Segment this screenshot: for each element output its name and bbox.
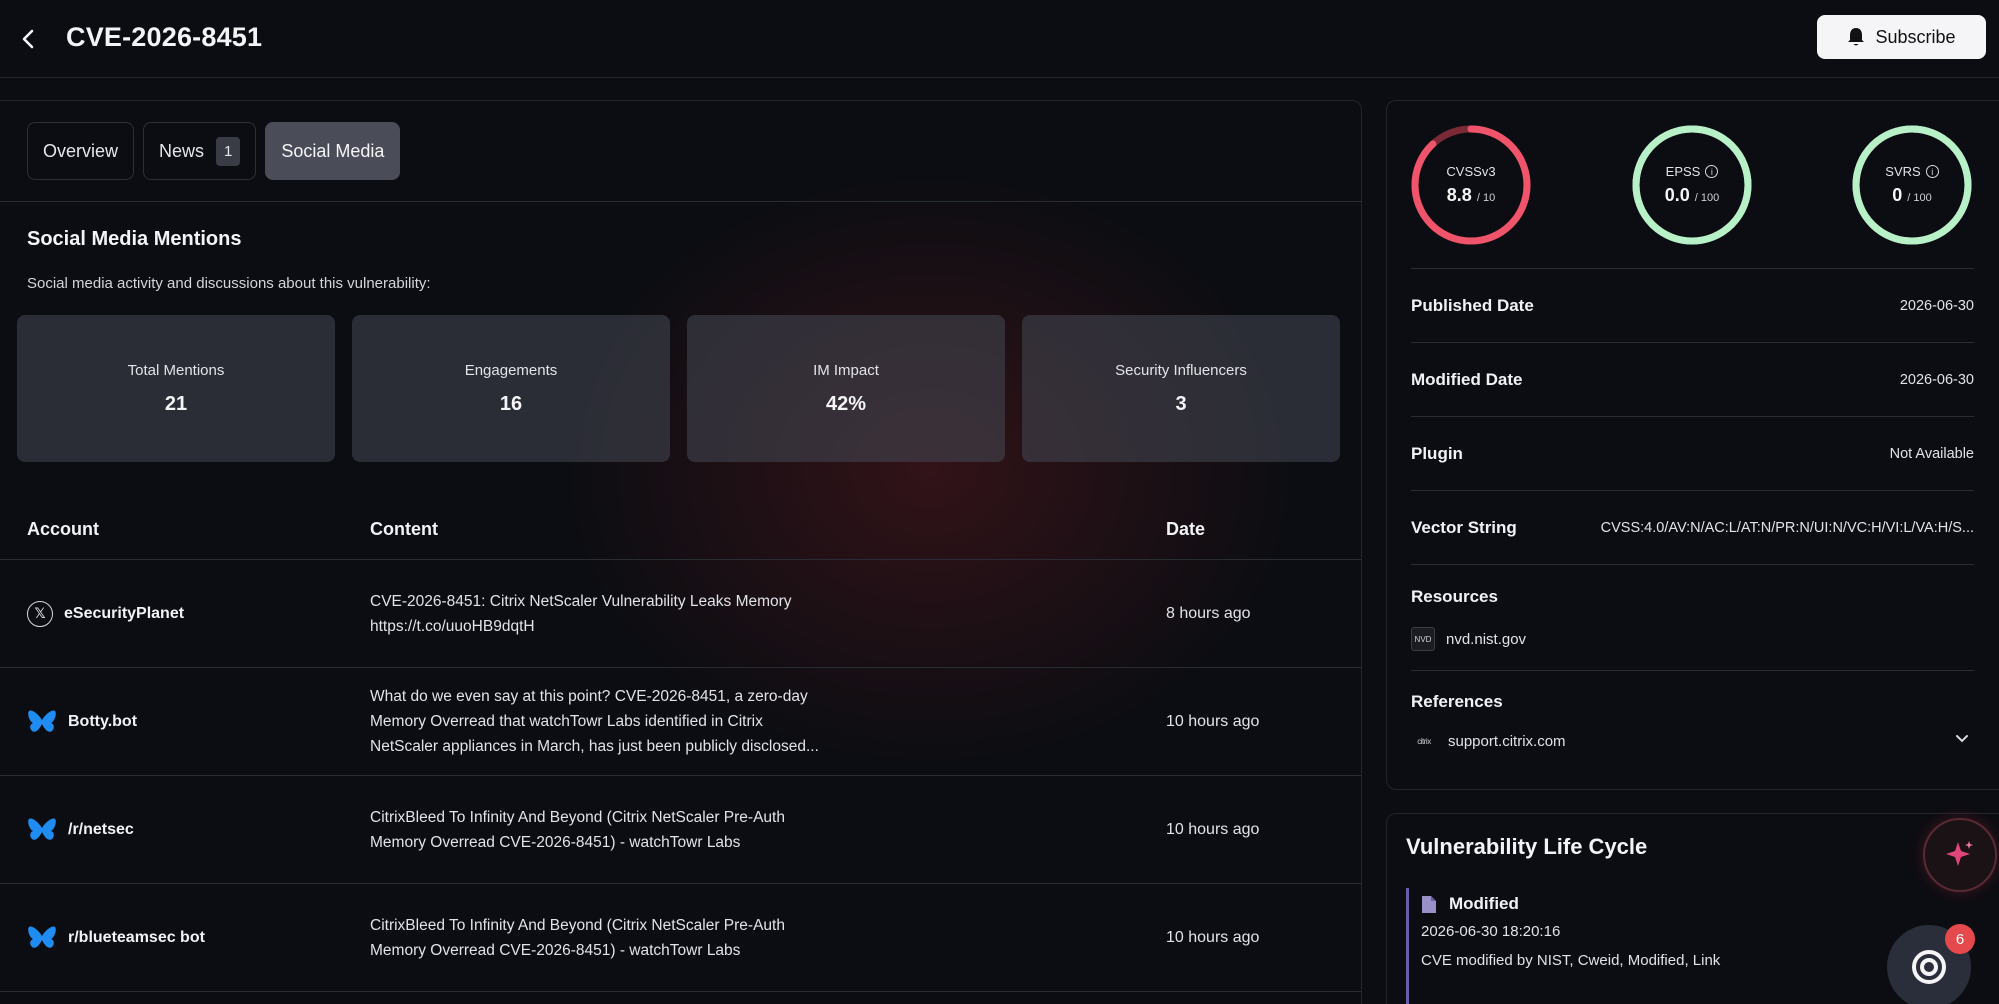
ai-assistant-button[interactable] [1923,818,1997,892]
section-subtitle: Social media activity and discussions ab… [27,275,431,292]
citrix-icon: citrix [1417,737,1431,746]
bluesky-icon [28,925,56,948]
svrs-score-gauge: SVRS i 0 / 100 [1850,123,1974,247]
cvss-score-gauge: CVSSv3 8.8 / 10 [1409,123,1533,247]
score-value: 0 [1892,185,1903,205]
info-icon[interactable]: i [1925,165,1939,178]
score-label: CVSSv3 [1446,164,1496,179]
page-header: CVE-2026-8451 Subscribe [0,0,1999,78]
stat-security-influencers: Security Influencers 3 [1022,315,1340,462]
mention-date: 8 hours ago [1166,604,1251,622]
cve-details-panel: CVSSv3 8.8 / 10 EPSS i 0.0 / 100 SVRS i 0 … [1386,100,1999,790]
detail-plugin: Plugin Not Available [1411,416,1974,490]
table-row[interactable]: /r/netsec CitrixBleed To Infinity And Be… [0,776,1362,884]
bell-icon [1848,28,1865,46]
mention-content: CVE-2026-8451: Citrix NetScaler Vulnerab… [370,592,792,635]
bluesky-icon [28,709,56,732]
score-max: / 10 [1476,192,1496,204]
references-title: References [1411,692,1503,711]
subscribe-label: Subscribe [1875,26,1956,47]
news-count-badge: 1 [216,136,241,166]
table-row[interactable]: 𝕏 eSecurityPlanet CVE-2026-8451: Citrix … [0,560,1362,668]
resources-title: Resources [1411,587,1498,606]
account-name: /r/netsec [68,820,134,838]
timeline-line [1406,888,1409,1004]
table-row[interactable]: Botty.bot What do we even say at this po… [0,668,1362,776]
back-button[interactable] [14,22,42,56]
tab-social-media[interactable]: Social Media [265,122,401,180]
table-row[interactable]: r/blueteamsec bot CitrixBleed To Infinit… [0,884,1362,992]
column-header-content: Content [370,518,438,539]
account-name: Botty.bot [68,712,138,730]
divider [1411,564,1974,565]
resource-link-nvd[interactable]: NVD nvd.nist.gov [1411,627,1526,651]
mention-content: What do we even say at this point? CVE-2… [370,688,819,755]
mention-date: 10 hours ago [1166,928,1260,946]
tab-overview[interactable]: Overview [27,122,135,180]
stats-row: Total Mentions 21 Engagements 16 IM Impa… [17,315,1340,462]
event-name: Modified [1449,894,1519,913]
chevron-left-icon [22,29,34,49]
reference-link-citrix[interactable]: citrix support.citrix.com [1411,733,1565,750]
mention-content: CitrixBleed To Infinity And Beyond (Citr… [370,916,785,959]
mentions-table: Account Content Date 𝕏 eSecurityPlanet C… [0,499,1362,992]
tabs-divider [0,201,1362,202]
subscribe-button[interactable]: Subscribe [1817,15,1986,59]
event-description: CVE modified by NIST, Cweid, Modified, L… [1421,952,1721,969]
lifecycle-title: Vulnerability Life Cycle [1406,834,1648,859]
document-icon [1422,895,1436,913]
stat-engagements: Engagements 16 [352,315,670,462]
social-media-panel: Overview News 1 Social Media Social Medi… [0,100,1362,1004]
account-name: eSecurityPlanet [64,604,185,622]
chevron-down-icon[interactable] [1955,734,1969,744]
mention-date: 10 hours ago [1166,820,1260,838]
epss-score-gauge: EPSS i 0.0 / 100 [1630,123,1754,247]
score-label: EPSS [1665,164,1701,179]
nvd-icon: NVD [1411,627,1435,651]
detail-modified-date: Modified Date 2026-06-30 [1411,342,1974,416]
tab-bar: Overview News 1 Social Media [27,122,401,180]
table-header: Account Content Date [0,499,1362,560]
score-value: 8.8 [1446,185,1472,205]
score-max: / 100 [1694,192,1720,204]
x-icon: 𝕏 [27,600,53,627]
mention-content: CitrixBleed To Infinity And Beyond (Citr… [370,808,785,851]
stat-im-impact: IM Impact 42% [687,315,1005,462]
account-name: r/blueteamsec bot [68,928,205,946]
detail-published-date: Published Date 2026-06-30 [1411,268,1974,342]
page-title: CVE-2026-8451 [66,22,263,52]
column-header-date: Date [1166,518,1206,539]
sparkle-icon [1946,841,1973,866]
tab-news[interactable]: News 1 [143,122,257,180]
score-max: / 100 [1907,192,1932,204]
chat-logo-icon [1912,950,1946,984]
info-icon[interactable]: i [1705,165,1719,178]
stat-total-mentions: Total Mentions 21 [17,315,335,462]
notification-badge: 6 [1945,924,1975,954]
bluesky-icon [28,817,56,840]
score-label: SVRS [1885,164,1921,179]
divider [1411,670,1974,671]
section-title: Social Media Mentions [27,228,242,250]
mention-date: 10 hours ago [1166,712,1260,730]
event-time: 2026-06-30 18:20:16 [1421,923,1561,940]
timeline-event: Modified 2026-06-30 18:20:16 CVE modifie… [1421,894,1720,969]
score-value: 0.0 [1664,185,1690,205]
detail-vector-string: Vector String CVSS:4.0/AV:N/AC:L/AT:N/PR… [1411,490,1974,564]
column-header-account: Account [27,518,99,539]
